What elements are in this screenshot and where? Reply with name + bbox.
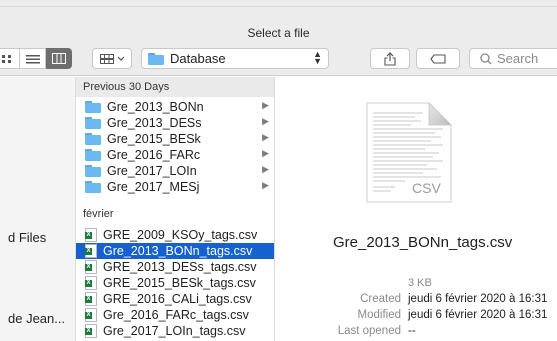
file-row[interactable]: X GRE_2013_DESs_tags.csv: [76, 259, 274, 275]
title-bar-divider: [0, 6, 557, 7]
folder-name: Gre_2017_LOIn: [107, 164, 197, 178]
folder-icon: [85, 149, 101, 161]
folder-row[interactable]: Gre_2013_DESs ▶: [76, 115, 274, 131]
search-field[interactable]: Search: [469, 48, 557, 69]
file-row[interactable]: X GRE_2009_KSOy_tags.csv: [76, 227, 274, 243]
file-row[interactable]: X GRE_2016_CALi_tags.csv: [76, 291, 274, 307]
file-name: GRE_2013_DESs_tags.csv: [103, 260, 257, 274]
chevron-down-icon: [117, 56, 124, 61]
location-label: Database: [170, 51, 226, 66]
last-opened-label: Last opened: [337, 325, 401, 337]
search-icon: [480, 52, 492, 64]
folder-name: Gre_2017_MESj: [107, 180, 200, 194]
folder-row[interactable]: Gre_2015_BESk ▶: [76, 131, 274, 147]
up-down-chevron-icon: ▲ ▼: [313, 49, 322, 66]
file-picker-window: Select a file Database ▲ ▼ Search d File…: [0, 0, 557, 341]
toolbar: Database ▲ ▼ Search: [0, 46, 557, 76]
file-name: GRE_2016_CALi_tags.csv: [103, 292, 252, 306]
chevron-right-icon: ▶: [262, 132, 269, 142]
file-name: Gre_2013_BONn_tags.csv: [103, 244, 253, 258]
section-header-fevrier: février: [76, 204, 274, 224]
file-row[interactable]: X Gre_2017_LOIn_tags.csv: [76, 323, 274, 339]
folder-row[interactable]: Gre_2017_LOIn ▶: [76, 163, 274, 179]
modified-label: Modified: [357, 309, 401, 321]
search-placeholder: Search: [497, 51, 539, 66]
spreadsheet-file-icon: X: [85, 276, 97, 290]
sidebar-item-recent-files[interactable]: d Files: [8, 230, 46, 245]
tag-button[interactable]: [416, 48, 460, 69]
file-row[interactable]: X GRE_2015_BESk_tags.csv: [76, 275, 274, 291]
list-icon: [25, 54, 40, 63]
icon-grid-icon: [2, 54, 11, 63]
group-by-button[interactable]: [92, 48, 132, 69]
icon-view-button[interactable]: [0, 48, 20, 69]
file-name: Gre_2017_LOIn_tags.csv: [103, 324, 246, 338]
file-row-selected[interactable]: X Gre_2013_BONn_tags.csv: [76, 243, 274, 259]
last-opened-value: --: [408, 325, 416, 337]
columns-icon: [51, 53, 66, 64]
tag-icon: [430, 53, 446, 64]
file-name: GRE_2015_BESk_tags.csv: [103, 276, 256, 290]
chevron-right-icon: ▶: [262, 164, 269, 174]
preview-file-size: 3 KB: [408, 277, 432, 289]
section-header-previous-30-days: Previous 30 Days: [76, 77, 274, 97]
folder-icon: [85, 101, 101, 113]
spreadsheet-file-icon: X: [85, 228, 97, 242]
folder-icon: [85, 117, 101, 129]
sidebar: d Files de Jean...: [0, 77, 76, 341]
share-icon: [384, 51, 396, 66]
title-bar: Select a file: [0, 0, 557, 46]
created-value: jeudi 6 février 2020 à 16:31: [408, 293, 548, 305]
list-view-button[interactable]: [20, 48, 46, 69]
file-column: Previous 30 Days Gre_2013_BONn ▶ Gre_201…: [76, 77, 275, 341]
folder-row[interactable]: Gre_2017_MESj ▶: [76, 179, 274, 195]
column-view-button[interactable]: [46, 48, 72, 69]
created-label: Created: [360, 293, 401, 305]
folder-icon: [85, 133, 101, 145]
folder-name: Gre_2013_BONn: [107, 100, 204, 114]
folder-name: Gre_2016_FARc: [107, 148, 201, 162]
chevron-right-icon: ▶: [262, 100, 269, 110]
spreadsheet-file-icon: X: [85, 244, 97, 258]
window-title: Select a file: [247, 26, 310, 40]
chevron-right-icon: ▶: [262, 116, 269, 126]
folder-icon: [85, 165, 101, 177]
spreadsheet-file-icon: X: [85, 292, 97, 306]
modified-value: jeudi 6 février 2020 à 16:31: [408, 309, 548, 321]
chevron-right-icon: ▶: [262, 180, 269, 190]
chevron-right-icon: ▶: [262, 148, 269, 158]
location-popup[interactable]: Database ▲ ▼: [141, 48, 329, 69]
folder-icon: [85, 181, 101, 193]
sidebar-item-jean[interactable]: de Jean...: [8, 311, 65, 326]
view-mode-control: [0, 48, 72, 69]
folder-name: Gre_2015_BESk: [107, 132, 201, 146]
share-button[interactable]: [370, 48, 410, 69]
file-row[interactable]: X Gre_2016_FARc_tags.csv: [76, 307, 274, 323]
preview-file-name: Gre_2013_BONn_tags.csv: [333, 234, 513, 251]
folder-row[interactable]: Gre_2013_BONn ▶: [76, 99, 274, 115]
folder-name: Gre_2013_DESs: [107, 116, 202, 130]
csv-icon-label: CSV: [412, 180, 441, 196]
group-grid-icon: [99, 53, 114, 64]
file-name: Gre_2016_FARc_tags.csv: [103, 308, 249, 322]
folder-row[interactable]: Gre_2016_FARc ▶: [76, 147, 274, 163]
spreadsheet-file-icon: X: [85, 308, 97, 322]
folder-icon: [148, 52, 164, 65]
file-name: GRE_2009_KSOy_tags.csv: [103, 228, 258, 242]
spreadsheet-file-icon: X: [85, 324, 97, 338]
spreadsheet-file-icon: X: [85, 260, 97, 274]
